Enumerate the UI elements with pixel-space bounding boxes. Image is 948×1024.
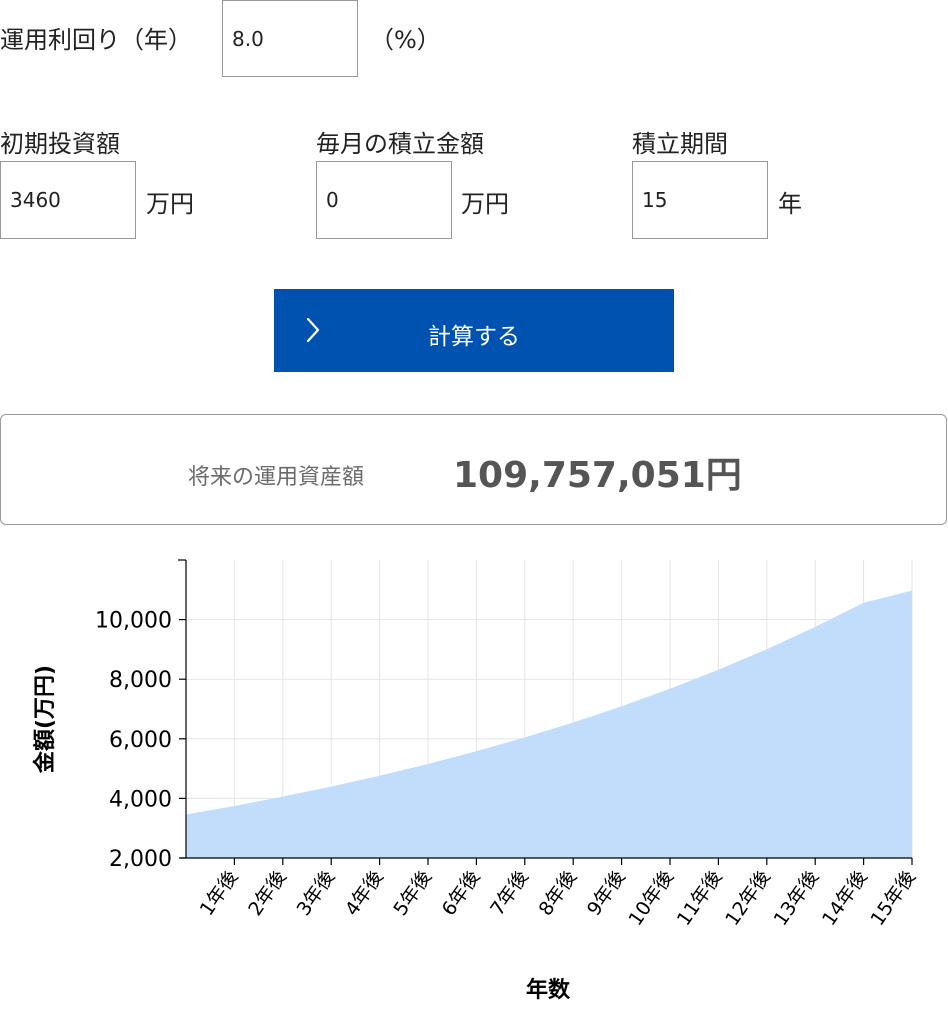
x-tick-label: 10年後 bbox=[624, 866, 678, 930]
x-tick-label: 2年後 bbox=[244, 866, 291, 920]
x-tick-label: 5年後 bbox=[389, 866, 436, 920]
area-series bbox=[186, 590, 912, 858]
result-label: 将来の運用資産額 bbox=[188, 465, 365, 490]
x-tick-label: 9年後 bbox=[583, 866, 630, 920]
y-tick-label: 6,000 bbox=[109, 728, 172, 753]
y-tick-label: 4,000 bbox=[109, 787, 172, 812]
y-tick-label: 2,000 bbox=[109, 847, 172, 872]
x-tick-label: 14年後 bbox=[818, 866, 872, 930]
period-input[interactable] bbox=[632, 161, 768, 239]
rate-label: 運用利回り（年） bbox=[0, 26, 192, 54]
result-value: 109,757,051円 bbox=[453, 455, 742, 496]
x-tick-label: 13年後 bbox=[770, 866, 824, 930]
calculate-button[interactable]: 計算する bbox=[274, 289, 674, 372]
rate-input[interactable] bbox=[222, 0, 358, 77]
x-tick-label: 8年後 bbox=[535, 866, 582, 920]
initial-unit: 万円 bbox=[146, 190, 194, 218]
x-tick-label: 7年後 bbox=[486, 866, 533, 920]
y-tick-label: 8,000 bbox=[109, 668, 172, 693]
calculate-button-label: 計算する bbox=[428, 324, 520, 350]
x-axis-title: 年数 bbox=[526, 977, 571, 1003]
initial-input[interactable] bbox=[0, 161, 136, 239]
x-tick-label: 4年後 bbox=[341, 866, 388, 920]
monthly-input[interactable] bbox=[316, 161, 452, 239]
initial-label: 初期投資額 bbox=[0, 130, 120, 158]
result-box: 将来の運用資産額 109,757,051円 bbox=[0, 414, 947, 525]
y-axis-title: 金額(万円) bbox=[32, 665, 58, 774]
x-tick-label: 3年後 bbox=[293, 866, 340, 920]
period-unit: 年 bbox=[778, 190, 802, 218]
monthly-label: 毎月の積立金額 bbox=[316, 130, 484, 158]
period-label: 積立期間 bbox=[632, 130, 728, 158]
x-tick-label: 11年後 bbox=[673, 866, 727, 930]
rate-unit: （%） bbox=[370, 26, 441, 54]
x-tick-label: 15年後 bbox=[866, 866, 920, 930]
monthly-unit: 万円 bbox=[461, 190, 509, 218]
x-tick-label: 12年後 bbox=[721, 866, 775, 930]
x-tick-label: 1年後 bbox=[196, 866, 243, 920]
x-tick-label: 6年後 bbox=[438, 866, 485, 920]
growth-chart: 2,000 4,000 6,000 8,000 10,000 1年後 2年後 3年後 4年後 5年… bbox=[32, 559, 920, 1003]
y-tick-label: 10,000 bbox=[95, 609, 172, 634]
